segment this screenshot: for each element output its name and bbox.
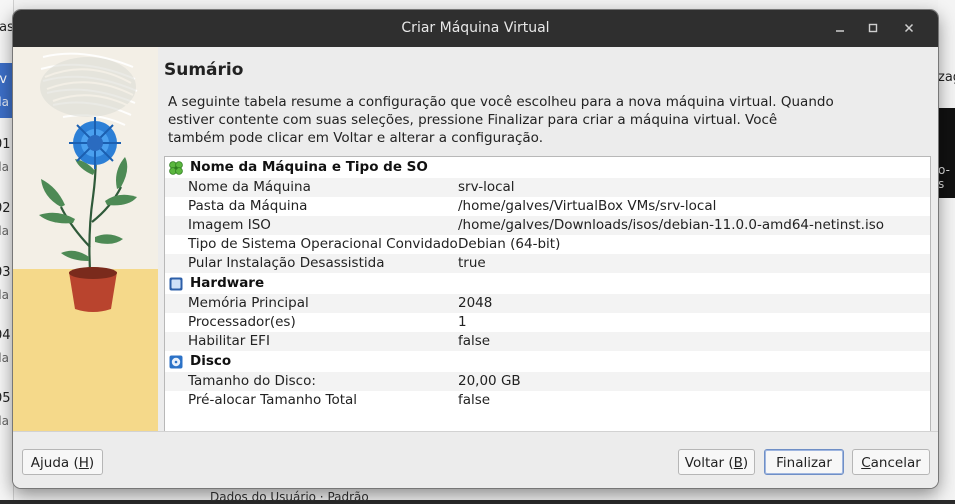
section-title: Hardware xyxy=(190,275,265,291)
help-button-label: Ajuda ( xyxy=(30,455,79,471)
preview-text-fragment: o-s xyxy=(938,163,950,191)
vm-item-status-fragment: da xyxy=(0,160,9,174)
table-row: Tipo de Sistema Operacional Convidado De… xyxy=(165,235,930,254)
vm-item-name-fragment: 01 xyxy=(0,137,11,152)
finish-button-label: Finalizar xyxy=(776,455,832,471)
row-value: false xyxy=(458,333,491,349)
help-button[interactable]: Ajuda (H) xyxy=(22,449,103,475)
dialog-title: Criar Máquina Virtual xyxy=(401,20,550,36)
vm-item-status-fragment: da xyxy=(0,95,9,109)
table-row: Imagem ISO /home/galves/Downloads/isos/d… xyxy=(165,216,930,235)
cancel-button-mnemonic: C xyxy=(861,455,871,471)
background-details-pane: zag o-s xyxy=(938,0,955,500)
dialog-titlebar[interactable]: Criar Máquina Virtual xyxy=(13,10,938,47)
row-key: Habilitar EFI xyxy=(188,333,270,349)
row-key: Tamanho do Disco: xyxy=(188,373,316,389)
table-row: Pasta da Máquina /home/galves/VirtualBox… xyxy=(165,197,930,216)
maximize-icon[interactable] xyxy=(864,19,882,37)
cancel-button-label: ancelar xyxy=(870,455,921,471)
cancel-button[interactable]: Cancelar xyxy=(852,449,930,475)
table-row: Nome da Máquina srv-local xyxy=(165,178,930,197)
summary-description: A seguinte tabela resume a configuração … xyxy=(168,94,834,146)
summary-table[interactable]: Nome da Máquina e Tipo de SO Nome da Máq… xyxy=(164,156,931,432)
table-row: Tamanho do Disco: 20,00 GB xyxy=(165,372,930,391)
row-key: Pasta da Máquina xyxy=(188,198,308,214)
row-value: /home/galves/VirtualBox VMs/srv-local xyxy=(458,198,717,214)
page-title: Sumário xyxy=(164,60,244,80)
vm-item-name-fragment: 02 xyxy=(0,201,11,216)
wizard-illustration xyxy=(13,47,158,431)
help-button-label-end: ) xyxy=(88,455,95,471)
vm-item-status-fragment: da xyxy=(0,224,9,238)
row-value: Debian (64-bit) xyxy=(458,236,561,252)
row-value: false xyxy=(458,392,491,408)
table-row: Processador(es) 1 xyxy=(165,313,930,332)
row-key: Imagem ISO xyxy=(188,217,271,233)
row-value: 20,00 GB xyxy=(458,373,521,389)
disk-icon xyxy=(168,354,184,370)
details-fragment: zag xyxy=(938,70,955,85)
help-button-mnemonic: H xyxy=(78,455,89,471)
vm-item-name-fragment: 04 xyxy=(0,328,11,343)
chip-icon xyxy=(168,276,184,292)
table-row: Pular Instalação Desassistida true xyxy=(165,254,930,273)
row-key: Pular Instalação Desassistida xyxy=(188,255,385,271)
row-value: 2048 xyxy=(458,295,493,311)
row-value: 1 xyxy=(458,314,467,330)
row-value: /home/galves/Downloads/isos/debian-11.0.… xyxy=(458,217,885,233)
close-icon[interactable] xyxy=(900,19,918,37)
section-hardware: Hardware xyxy=(165,274,930,294)
table-row: Pré-alocar Tamanho Total false xyxy=(165,391,930,410)
section-title: Nome da Máquina e Tipo de SO xyxy=(190,159,428,175)
row-key: Pré-alocar Tamanho Total xyxy=(188,392,358,408)
row-key: Tipo de Sistema Operacional Convidado xyxy=(188,236,458,252)
row-value: srv-local xyxy=(458,179,515,195)
row-value: true xyxy=(458,255,486,271)
table-row: Memória Principal 2048 xyxy=(165,294,930,313)
vm-list-header-fragment: tas xyxy=(0,20,14,35)
background-bottom-fragment: Dados do Usuário · Padrão xyxy=(210,490,369,504)
row-key: Memória Principal xyxy=(188,295,309,311)
create-vm-dialog: Criar Máquina Virtual Sumário A seguinte… xyxy=(13,10,938,488)
preview-fragment: o-s xyxy=(938,108,955,198)
vm-item-status-fragment: da xyxy=(0,351,9,365)
vm-item-status-fragment: da xyxy=(0,288,9,302)
section-disk: Disco xyxy=(165,352,930,372)
vm-item-status-fragment: da xyxy=(0,414,9,428)
back-button-mnemonic: B xyxy=(733,455,743,471)
background-vm-list: tas rv da 01 da 02 da 03 da 04 da 05 da xyxy=(0,0,14,500)
clover-icon xyxy=(168,160,184,176)
row-key: Processador(es) xyxy=(188,314,296,330)
vm-item-name-fragment: rv xyxy=(0,72,8,87)
section-title: Disco xyxy=(190,353,232,369)
finish-button[interactable]: Finalizar xyxy=(764,449,844,475)
vm-item-name-fragment: 03 xyxy=(0,265,11,280)
vm-item-name-fragment: 05 xyxy=(0,391,11,406)
section-name-and-os: Nome da Máquina e Tipo de SO xyxy=(165,158,930,178)
back-button-label-end: ) xyxy=(742,455,749,471)
row-key: Nome da Máquina xyxy=(188,179,311,195)
back-button[interactable]: Voltar (B) xyxy=(678,449,755,475)
table-row: Habilitar EFI false xyxy=(165,332,930,351)
back-button-label: Voltar ( xyxy=(684,455,734,471)
dialog-footer: Ajuda (H) Voltar (B) Finalizar Cancelar xyxy=(13,431,938,488)
minimize-icon[interactable] xyxy=(831,19,849,37)
